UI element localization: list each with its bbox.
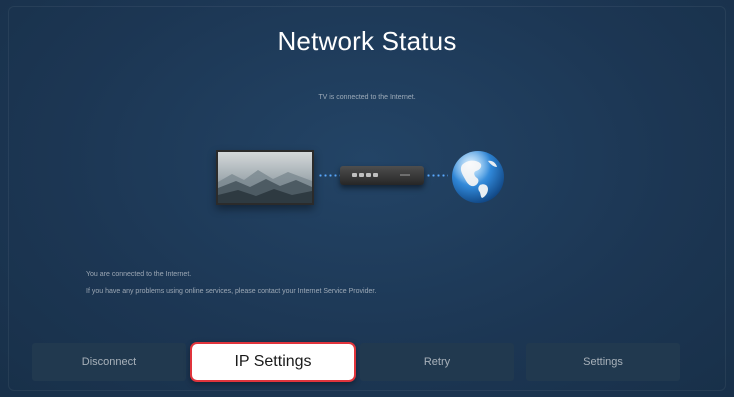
tv-icon [216,150,314,205]
tv-router-connection [318,174,340,177]
screen-frame [8,6,726,391]
info-line-2: If you have any problems using online se… [86,288,377,295]
disconnect-button[interactable]: Disconnect [32,343,186,381]
action-bar: Disconnect IP Settings Retry Settings [32,342,680,382]
network-status-screen: Network Status TV is connected to the In… [0,0,734,397]
info-line-1: You are connected to the Internet. [86,271,192,278]
retry-button[interactable]: Retry [360,343,514,381]
router-internet-connection [426,174,448,177]
ip-settings-button[interactable]: IP Settings [190,342,356,382]
globe-icon [450,149,506,205]
page-title: Network Status [277,26,457,56]
router-icon [340,166,424,185]
settings-button[interactable]: Settings [526,343,680,381]
connection-status-text: TV is connected to the Internet. [318,94,416,101]
connection-info: You are connected to the Internet. If yo… [86,266,376,300]
